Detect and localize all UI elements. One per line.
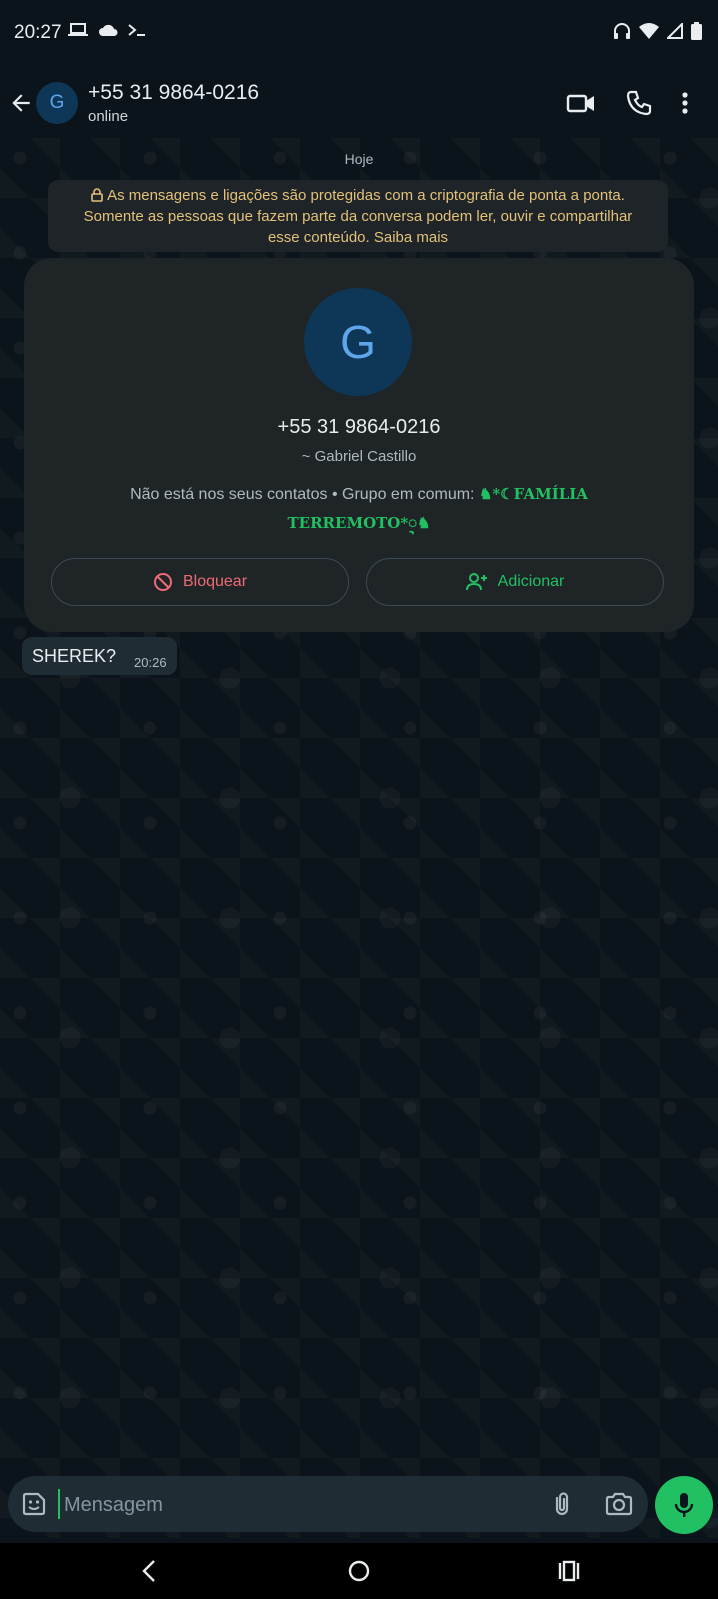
emoji-icon[interactable] [20, 1490, 48, 1518]
nav-back-icon[interactable] [136, 1557, 164, 1585]
unknown-contact-card: G +55 31 9864-0216 ~ Gabriel Castillo Nã… [24, 258, 694, 632]
attach-icon[interactable] [548, 1490, 576, 1518]
nav-home-icon[interactable] [345, 1557, 373, 1585]
contact-info: Não está nos seus contatos • Grupo em co… [84, 480, 634, 538]
add-person-icon [465, 573, 487, 591]
contact-push-name: ~ Gabriel Castillo [301, 448, 417, 465]
mic-button[interactable] [655, 1476, 713, 1534]
message-input[interactable] [62, 1484, 526, 1526]
status-left-icons [68, 22, 146, 38]
back-arrow-icon[interactable] [8, 90, 34, 116]
more-options-icon[interactable] [677, 88, 693, 118]
cloud-icon [99, 24, 118, 36]
contact-info-prefix: Não está nos seus contatos • Grupo em co… [130, 486, 479, 503]
lock-icon [91, 187, 103, 202]
video-call-icon[interactable] [566, 88, 596, 118]
text-cursor [58, 1489, 60, 1519]
status-right-icons [613, 22, 702, 40]
status-time: 20:27 [14, 22, 62, 43]
nav-recents-icon[interactable] [555, 1557, 583, 1585]
contact-avatar-large[interactable]: G [304, 288, 412, 396]
laptop-icon [68, 23, 88, 36]
block-label: Bloquear [182, 573, 248, 590]
chat-header: G +55 31 9864-0216 online [0, 68, 718, 138]
contact-name[interactable]: +55 31 9864-0216 [88, 81, 259, 105]
incoming-message[interactable]: SHEREK? 20:26 [22, 637, 177, 675]
wifi-icon [639, 23, 659, 39]
contact-status: online [88, 108, 129, 125]
add-contact-button[interactable]: Adicionar [366, 558, 664, 606]
add-label: Adicionar [497, 573, 565, 590]
contact-number: +55 31 9864-0216 [277, 416, 441, 438]
voice-call-icon[interactable] [624, 88, 654, 118]
encryption-notice[interactable]: As mensagens e ligações são protegidas c… [48, 180, 668, 252]
mic-icon [674, 1493, 694, 1517]
block-icon [153, 573, 172, 591]
signal-icon [667, 23, 683, 39]
system-nav-bar [0, 1543, 718, 1599]
terminal-icon [128, 24, 145, 36]
headset-icon [614, 23, 630, 39]
message-text: SHEREK? [32, 645, 117, 666]
encryption-notice-text: As mensagens e ligações são protegidas c… [83, 186, 633, 246]
date-label: Hoje [344, 151, 374, 167]
block-button[interactable]: Bloquear [51, 558, 349, 606]
status-bar: 20:27 [0, 0, 718, 68]
message-time: 20:26 [134, 654, 167, 670]
avatar[interactable]: G [36, 82, 78, 124]
message-composer [8, 1476, 648, 1532]
battery-icon [691, 22, 702, 40]
camera-icon[interactable] [604, 1490, 634, 1518]
